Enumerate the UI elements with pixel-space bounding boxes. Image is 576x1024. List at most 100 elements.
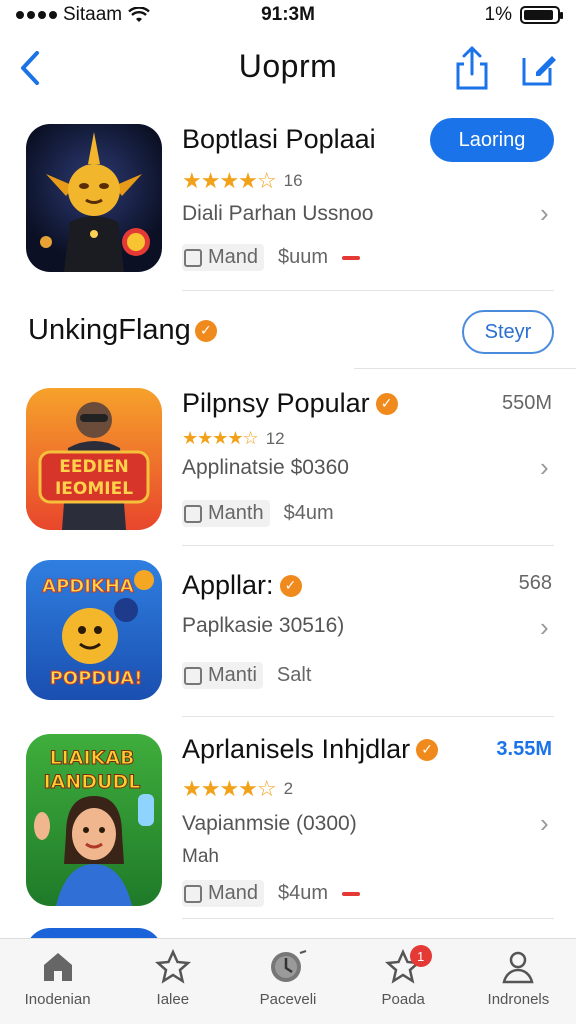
character-illustration: EEDIEN IEOMIEL	[38, 402, 150, 530]
app-title-3[interactable]: Aprlanisels Inhjdlar ✓	[182, 734, 439, 765]
share-button[interactable]	[452, 44, 492, 92]
app-title-text: Aprlanisels Inhjdlar	[182, 734, 411, 764]
compose-icon	[522, 56, 556, 86]
person-icon	[502, 951, 535, 984]
red-mark-icon	[342, 255, 361, 260]
featured-tag: Mand	[182, 244, 265, 271]
app-title-2[interactable]: Appllar: ✓	[182, 570, 302, 601]
checkbox-icon	[184, 884, 202, 903]
divider	[354, 368, 576, 369]
featured-meta: Mand $uum	[182, 244, 361, 271]
loading-button[interactable]: Laoring	[430, 118, 554, 162]
tag-label: Manth	[208, 502, 264, 524]
icon-text-top: APDIKHA	[42, 576, 134, 597]
app-icon-1[interactable]: EEDIEN IEOMIEL	[26, 388, 162, 530]
app-size-3: 3.55M	[496, 738, 552, 760]
app-price: $4um	[283, 502, 334, 524]
divider	[182, 918, 554, 919]
tab-label: Poada	[381, 991, 425, 1008]
battery-fill	[523, 10, 553, 20]
stars-icon: ★★★★☆	[182, 168, 277, 193]
character-illustration: LIAIKAB IANDUDL	[34, 747, 154, 906]
rating-count: 2	[283, 779, 294, 798]
edit-box-icon	[184, 504, 202, 523]
divider	[182, 716, 554, 717]
tab-explore[interactable]: Paceveli	[230, 939, 345, 1024]
app-icon-3[interactable]: LIAIKAB IANDUDL	[26, 734, 162, 906]
status-time: 91:3M	[261, 4, 315, 25]
app-subtitle-3: Vapianmsie (0300)	[182, 812, 357, 835]
app-title-1[interactable]: Pilpnsy Popular ✓	[182, 388, 398, 419]
chevron-right-icon[interactable]: ›	[540, 612, 556, 642]
signal-icon	[16, 11, 57, 19]
icon-text-top: EEDIEN	[59, 457, 129, 477]
tab-label: Paceveli	[259, 991, 317, 1008]
app-meta-1: Manth $4um	[182, 500, 334, 527]
verified-badge-icon: ✓	[279, 574, 302, 597]
divider	[182, 545, 554, 546]
tab-label: Ialee	[156, 991, 190, 1008]
section-title-text: UnkingFlang	[28, 314, 191, 346]
rating-count: 16	[283, 171, 303, 190]
chevron-right-icon[interactable]: ›	[540, 452, 556, 482]
tab-updates[interactable]: 1 Poada	[346, 939, 461, 1024]
tag-label: Mand	[208, 882, 259, 904]
checkbox-icon	[184, 248, 202, 267]
tab-bar: Inodenian Ialee Paceveli 1 Poada Indrone…	[0, 938, 576, 1024]
app-subtitle-2: Paplkasie 30516)	[182, 614, 345, 637]
app-subtitle-1: Applinatsie $0360	[182, 456, 349, 479]
home-icon	[43, 953, 72, 981]
stars-icon: ★★★★☆	[182, 776, 277, 801]
tab-home[interactable]: Inodenian	[0, 939, 115, 1024]
stars-icon: ★★★★☆	[182, 428, 259, 448]
verified-badge-icon: ✓	[194, 319, 217, 342]
nav-bar: Uoprm	[0, 36, 576, 100]
app-tag: Manth	[182, 500, 270, 527]
battery-text: 1%	[484, 4, 512, 25]
status-left: Sitaam	[16, 4, 197, 26]
app-price: Salt	[276, 664, 312, 686]
tag-label: Mand	[208, 246, 259, 268]
tab-label: Indronels	[487, 991, 550, 1008]
character-illustration: APDIKHA POPDUA!	[42, 570, 154, 690]
wifi-icon	[128, 7, 150, 22]
featured-app-title[interactable]: Boptlasi Poplaai	[182, 124, 376, 155]
icon-text-top: LIAIKAB	[50, 747, 135, 769]
chevron-right-icon[interactable]: ›	[540, 198, 556, 228]
battery-icon	[519, 6, 563, 24]
tab-profile[interactable]: Indronels	[461, 939, 576, 1024]
carrier-name: Sitaam	[63, 4, 123, 25]
app-tag: Manti	[182, 662, 263, 689]
rating-count: 12	[265, 428, 285, 448]
see-button[interactable]: Steyr	[462, 310, 554, 354]
tag-label: Manti	[208, 664, 257, 686]
featured-price: $uum	[278, 246, 329, 268]
chevron-right-icon[interactable]: ›	[540, 808, 556, 838]
app-title-text: Pilpnsy Popular	[182, 388, 370, 418]
icon-text-bottom: IEOMIEL	[55, 479, 133, 499]
app-extra-3: Mah	[182, 846, 219, 867]
featured-rating: ★★★★☆ 16	[182, 168, 303, 194]
compass-icon	[271, 950, 307, 982]
divider	[182, 290, 554, 291]
icon-text-bottom: POPDUA!	[50, 668, 143, 689]
notification-badge: 1	[409, 945, 432, 967]
tab-label: Inodenian	[24, 991, 91, 1008]
status-right: 1%	[379, 4, 563, 26]
featured-subtitle: Diali Parhan Ussnoo	[182, 202, 374, 225]
creature-illustration	[40, 132, 150, 272]
app-rating-3: ★★★★☆ 2	[182, 776, 293, 802]
star-outline-icon	[154, 949, 191, 984]
app-price: $4um	[278, 882, 329, 904]
red-mark-icon	[342, 891, 361, 896]
app-icon-2[interactable]: APDIKHA POPDUA!	[26, 560, 162, 700]
app-title-text: Appllar:	[182, 570, 274, 600]
app-tag: Mand	[182, 880, 265, 907]
featured-app-icon[interactable]	[26, 124, 162, 272]
app-rating-1: ★★★★☆ 12	[182, 428, 285, 449]
app-size-1: 550M	[501, 392, 552, 414]
compose-button[interactable]	[516, 46, 560, 90]
icon-text-bottom: IANDUDL	[44, 771, 141, 793]
tab-featured[interactable]: Ialee	[115, 939, 230, 1024]
verified-badge-icon: ✓	[416, 738, 439, 761]
